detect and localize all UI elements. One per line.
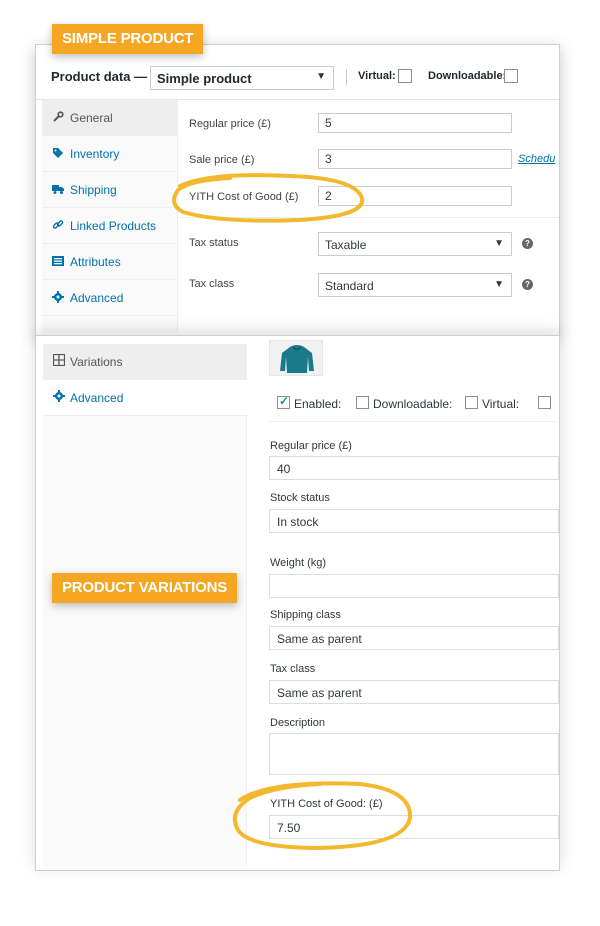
tab-variations[interactable]: Variations [43, 344, 247, 380]
variation-regular-price-label: Regular price (£) [270, 440, 352, 452]
simple-product-badge: SIMPLE PRODUCT [52, 24, 204, 54]
enabled-checkbox[interactable] [277, 394, 290, 409]
yith-cost-input[interactable]: 2 [318, 186, 512, 206]
product-data-tabs: General Inventory Shipping Linked Produc… [42, 100, 178, 332]
enabled-label: Enabled: [294, 397, 342, 411]
product-type-value: Simple product [157, 71, 252, 86]
schedule-link[interactable]: Schedu [518, 153, 555, 165]
variation-yith-cost-label: YITH Cost of Good: (£) [270, 798, 383, 810]
tab-shipping[interactable]: Shipping [42, 172, 178, 208]
tab-general[interactable]: General [42, 100, 178, 136]
variation-tax-class-select[interactable]: Same as parent [269, 680, 559, 704]
section-divider [179, 217, 559, 218]
weight-input[interactable] [269, 574, 559, 598]
header-divider [346, 69, 347, 85]
tab-advanced[interactable]: Advanced [43, 380, 247, 416]
virtual-checkbox[interactable] [465, 396, 478, 409]
chevron-down-icon: ▼ [316, 71, 326, 82]
chevron-down-icon: ▼ [494, 279, 504, 290]
variation-tax-class-label: Tax class [270, 663, 316, 675]
tab-inventory[interactable]: Inventory [42, 136, 178, 172]
tax-class-label: Tax class [189, 278, 235, 290]
tab-attributes-label: Attributes [70, 255, 121, 269]
downloadable-label: Downloadable: [428, 70, 507, 82]
regular-price-label: Regular price (£) [189, 118, 271, 130]
truck-icon [52, 183, 64, 195]
stock-status-select[interactable]: In stock [269, 509, 559, 533]
gear-icon [53, 390, 65, 402]
tab-inventory-label: Inventory [70, 147, 120, 161]
product-data-title: Product data — [51, 69, 148, 84]
product-variations-badge: PRODUCT VARIATIONS [52, 573, 238, 603]
gear-icon [52, 291, 64, 303]
sale-price-label: Sale price (£) [189, 154, 255, 166]
tax-class-value: Standard [325, 279, 374, 293]
product-type-select[interactable]: Simple product ▼ [150, 66, 334, 90]
tab-shipping-label: Shipping [70, 183, 117, 197]
tax-status-value: Taxable [325, 238, 367, 252]
hoodie-icon [280, 345, 314, 373]
sale-price-input[interactable]: 3 [318, 149, 512, 169]
grid-icon [52, 353, 66, 367]
tab-general-label: General [70, 111, 113, 125]
tab-advanced-label: Advanced [70, 291, 124, 305]
simple-product-panel: Product data — Simple product ▼ Virtual:… [35, 44, 560, 336]
downloadable-checkbox[interactable] [356, 396, 369, 409]
virtual-checkbox[interactable] [398, 69, 412, 83]
shipping-class-label: Shipping class [270, 609, 341, 621]
downloadable-checkbox[interactable] [504, 69, 518, 83]
tab-attributes[interactable]: Attributes [42, 244, 178, 280]
description-label: Description [270, 717, 326, 729]
help-icon[interactable]: ? [522, 279, 533, 290]
help-icon[interactable]: ? [522, 238, 533, 249]
tab-linked-products-label: Linked Products [70, 219, 157, 233]
tax-class-select[interactable]: Standard ▼ [318, 273, 512, 297]
regular-price-input[interactable]: 5 [318, 113, 512, 133]
tab-advanced-label: Advanced [70, 391, 124, 405]
variation-yith-cost-input[interactable]: 7.50 [269, 815, 559, 839]
extra-checkbox[interactable] [538, 396, 551, 409]
tax-status-label: Tax status [189, 237, 239, 249]
description-textarea[interactable] [269, 733, 559, 775]
tab-advanced[interactable]: Advanced [42, 280, 178, 316]
tag-icon [52, 147, 64, 159]
virtual-label: Virtual: [358, 70, 396, 82]
section-divider [269, 421, 556, 422]
yith-cost-label: YITH Cost of Good (£) [189, 191, 299, 203]
shipping-class-select[interactable]: Same as parent [269, 626, 559, 650]
link-icon [52, 219, 64, 231]
chevron-down-icon: ▼ [494, 238, 504, 249]
tab-linked-products[interactable]: Linked Products [42, 208, 178, 244]
wrench-icon [52, 111, 64, 123]
stock-status-label: Stock status [270, 492, 330, 504]
list-icon [52, 255, 64, 267]
weight-label: Weight (kg) [270, 557, 327, 569]
variation-regular-price-input[interactable]: 40 [269, 456, 559, 480]
downloadable-label: Downloadable: [373, 397, 453, 411]
tax-status-select[interactable]: Taxable ▼ [318, 232, 512, 256]
tab-variations-label: Variations [70, 355, 123, 369]
variations-tabs: Variations Advanced [43, 344, 247, 866]
virtual-label: Virtual: [482, 397, 520, 411]
product-variations-panel: Variations Advanced Enabled: Downloadabl… [35, 335, 560, 871]
variation-thumbnail[interactable] [269, 340, 323, 376]
